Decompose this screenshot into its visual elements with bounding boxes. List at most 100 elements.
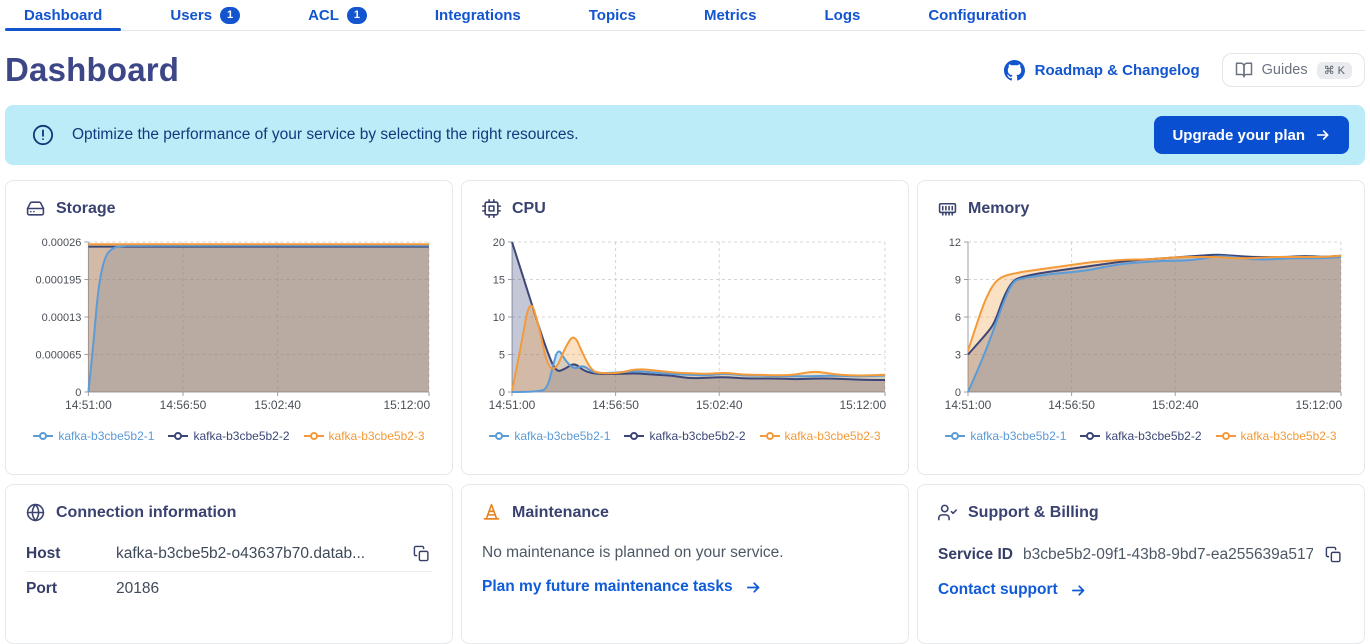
legend-item-kafka-b3cbe5b2-3[interactable]: kafka-b3cbe5b2-3 — [760, 429, 881, 443]
memory-chart-legend: kafka-b3cbe5b2-1 kafka-b3cbe5b2-2 kafka-b3… — [938, 429, 1344, 443]
tab-label: Integrations — [435, 7, 521, 24]
storage-card-title: Storage — [56, 200, 116, 218]
legend-marker-icon — [1216, 431, 1236, 441]
tab-dashboard[interactable]: Dashboard — [5, 0, 121, 30]
guides-button[interactable]: Guides ⌘ K — [1222, 53, 1365, 87]
memory-plot: 03691214:51:0014:56:5015:02:4015:12:00 — [938, 234, 1345, 416]
tab-logs[interactable]: Logs — [806, 0, 880, 30]
svg-text:14:56:50: 14:56:50 — [160, 398, 207, 412]
legend-label: kafka-b3cbe5b2-3 — [785, 429, 881, 443]
legend-item-kafka-b3cbe5b2-2[interactable]: kafka-b3cbe5b2-2 — [168, 429, 289, 443]
storage-plot: 00.0000650.000130.0001950.0002614:51:001… — [26, 234, 433, 416]
svg-text:15:12:00: 15:12:00 — [1295, 398, 1342, 412]
upgrade-banner: Optimize the performance of your service… — [5, 105, 1365, 165]
svg-text:15:02:40: 15:02:40 — [254, 398, 301, 412]
tab-topics[interactable]: Topics — [570, 0, 655, 30]
roadmap-changelog-link[interactable]: Roadmap & Changelog — [1004, 60, 1200, 81]
memory-card-title: Memory — [968, 200, 1029, 218]
support-card-title: Support & Billing — [968, 504, 1099, 522]
copy-host-button[interactable] — [411, 543, 432, 564]
roadmap-changelog-label: Roadmap & Changelog — [1035, 62, 1200, 79]
cpu-card-header: CPU — [482, 199, 888, 218]
maintenance-card-header: Maintenance — [482, 503, 888, 522]
storage-chart-legend: kafka-b3cbe5b2-1 kafka-b3cbe5b2-2 kafka-b3… — [26, 429, 432, 443]
plan-maintenance-link[interactable]: Plan my future maintenance tasks — [482, 578, 888, 596]
plan-maintenance-label: Plan my future maintenance tasks — [482, 578, 733, 596]
connection-info-card: Connection information Hostkafka-b3cbe5b… — [5, 484, 453, 644]
user-check-icon — [938, 503, 957, 522]
svg-text:6: 6 — [955, 312, 961, 324]
svg-text:3: 3 — [955, 350, 961, 362]
legend-item-kafka-b3cbe5b2-1[interactable]: kafka-b3cbe5b2-1 — [489, 429, 610, 443]
support-billing-card: Support & Billing Service ID b3cbe5b2-09… — [917, 484, 1365, 644]
tab-integrations[interactable]: Integrations — [416, 0, 540, 30]
legend-marker-icon — [304, 431, 324, 441]
contact-support-link[interactable]: Contact support — [938, 581, 1344, 599]
guides-label: Guides — [1262, 62, 1308, 78]
legend-item-kafka-b3cbe5b2-1[interactable]: kafka-b3cbe5b2-1 — [945, 429, 1066, 443]
tab-users[interactable]: Users 1 — [151, 0, 259, 30]
cpu-icon — [482, 199, 501, 218]
connection-row-label: Port — [26, 580, 116, 598]
svg-text:15:12:00: 15:12:00 — [383, 398, 430, 412]
arrow-right-icon — [745, 579, 762, 596]
svg-text:0.000065: 0.000065 — [36, 350, 82, 362]
connection-card-title: Connection information — [56, 504, 236, 522]
legend-item-kafka-b3cbe5b2-3[interactable]: kafka-b3cbe5b2-3 — [304, 429, 425, 443]
page-header: Dashboard Roadmap & Changelog Guides ⌘ K — [5, 31, 1365, 105]
tab-metrics[interactable]: Metrics — [685, 0, 776, 30]
tab-count-badge: 1 — [220, 7, 240, 24]
svg-text:9: 9 — [955, 275, 961, 287]
storage-chart: 00.0000650.000130.0001950.0002614:51:001… — [26, 234, 432, 421]
legend-item-kafka-b3cbe5b2-3[interactable]: kafka-b3cbe5b2-3 — [1216, 429, 1337, 443]
legend-label: kafka-b3cbe5b2-3 — [1241, 429, 1337, 443]
tab-label: Metrics — [704, 7, 757, 24]
legend-label: kafka-b3cbe5b2-1 — [970, 429, 1066, 443]
contact-support-label: Contact support — [938, 581, 1058, 599]
maintenance-status-text: No maintenance is planned on your servic… — [482, 544, 888, 562]
tab-count-badge: 1 — [347, 7, 367, 24]
svg-text:14:51:00: 14:51:00 — [489, 398, 536, 412]
connection-row-label: Host — [26, 545, 116, 563]
top-nav: DashboardUsers1ACL1IntegrationsTopicsMet… — [5, 0, 1365, 31]
connection-row-host: Hostkafka-b3cbe5b2-o43637b70.datab... — [26, 536, 432, 571]
cpu-chart: 0510152014:51:0014:56:5015:02:4015:12:00 — [482, 234, 888, 421]
page-title: Dashboard — [5, 51, 179, 89]
svg-text:14:56:50: 14:56:50 — [1048, 398, 1095, 412]
legend-item-kafka-b3cbe5b2-2[interactable]: kafka-b3cbe5b2-2 — [624, 429, 745, 443]
maintenance-card: Maintenance No maintenance is planned on… — [461, 484, 909, 644]
memory-card: Memory 03691214:51:0014:56:5015:02:4015:… — [917, 180, 1365, 475]
upgrade-plan-button[interactable]: Upgrade your plan — [1154, 116, 1349, 154]
svg-text:0.00013: 0.00013 — [42, 312, 82, 324]
legend-marker-icon — [1080, 431, 1100, 441]
tab-acl[interactable]: ACL1 — [289, 0, 386, 30]
header-actions: Roadmap & Changelog Guides ⌘ K — [1004, 53, 1365, 87]
book-icon — [1235, 61, 1253, 79]
tab-label: Topics — [589, 7, 636, 24]
svg-text:15: 15 — [493, 275, 505, 287]
service-id-label: Service ID — [938, 546, 1013, 564]
legend-item-kafka-b3cbe5b2-1[interactable]: kafka-b3cbe5b2-1 — [33, 429, 154, 443]
svg-text:20: 20 — [493, 237, 505, 249]
cpu-card: CPU 0510152014:51:0014:56:5015:02:4015:1… — [461, 180, 909, 475]
tab-label: Users — [170, 7, 212, 24]
legend-marker-icon — [624, 431, 644, 441]
traffic-cone-icon — [482, 503, 501, 522]
svg-text:14:51:00: 14:51:00 — [65, 398, 112, 412]
memory-card-header: Memory — [938, 199, 1344, 218]
upgrade-plan-label: Upgrade your plan — [1172, 127, 1305, 144]
legend-item-kafka-b3cbe5b2-2[interactable]: kafka-b3cbe5b2-2 — [1080, 429, 1201, 443]
keyboard-shortcut-badge: ⌘ K — [1317, 62, 1352, 79]
page: DashboardUsers1ACL1IntegrationsTopicsMet… — [0, 0, 1370, 644]
charts-row: Storage 00.0000650.000130.0001950.000261… — [5, 180, 1365, 475]
svg-text:12: 12 — [949, 237, 961, 249]
svg-text:14:56:50: 14:56:50 — [592, 398, 639, 412]
copy-service-id-button[interactable] — [1323, 544, 1344, 565]
cpu-chart-legend: kafka-b3cbe5b2-1 kafka-b3cbe5b2-2 kafka-b3… — [482, 429, 888, 443]
globe-icon — [26, 503, 45, 522]
svg-text:10: 10 — [493, 312, 505, 324]
arrow-right-icon — [1315, 127, 1331, 143]
legend-marker-icon — [168, 431, 188, 441]
svg-text:15:12:00: 15:12:00 — [839, 398, 886, 412]
tab-configuration[interactable]: Configuration — [909, 0, 1045, 30]
